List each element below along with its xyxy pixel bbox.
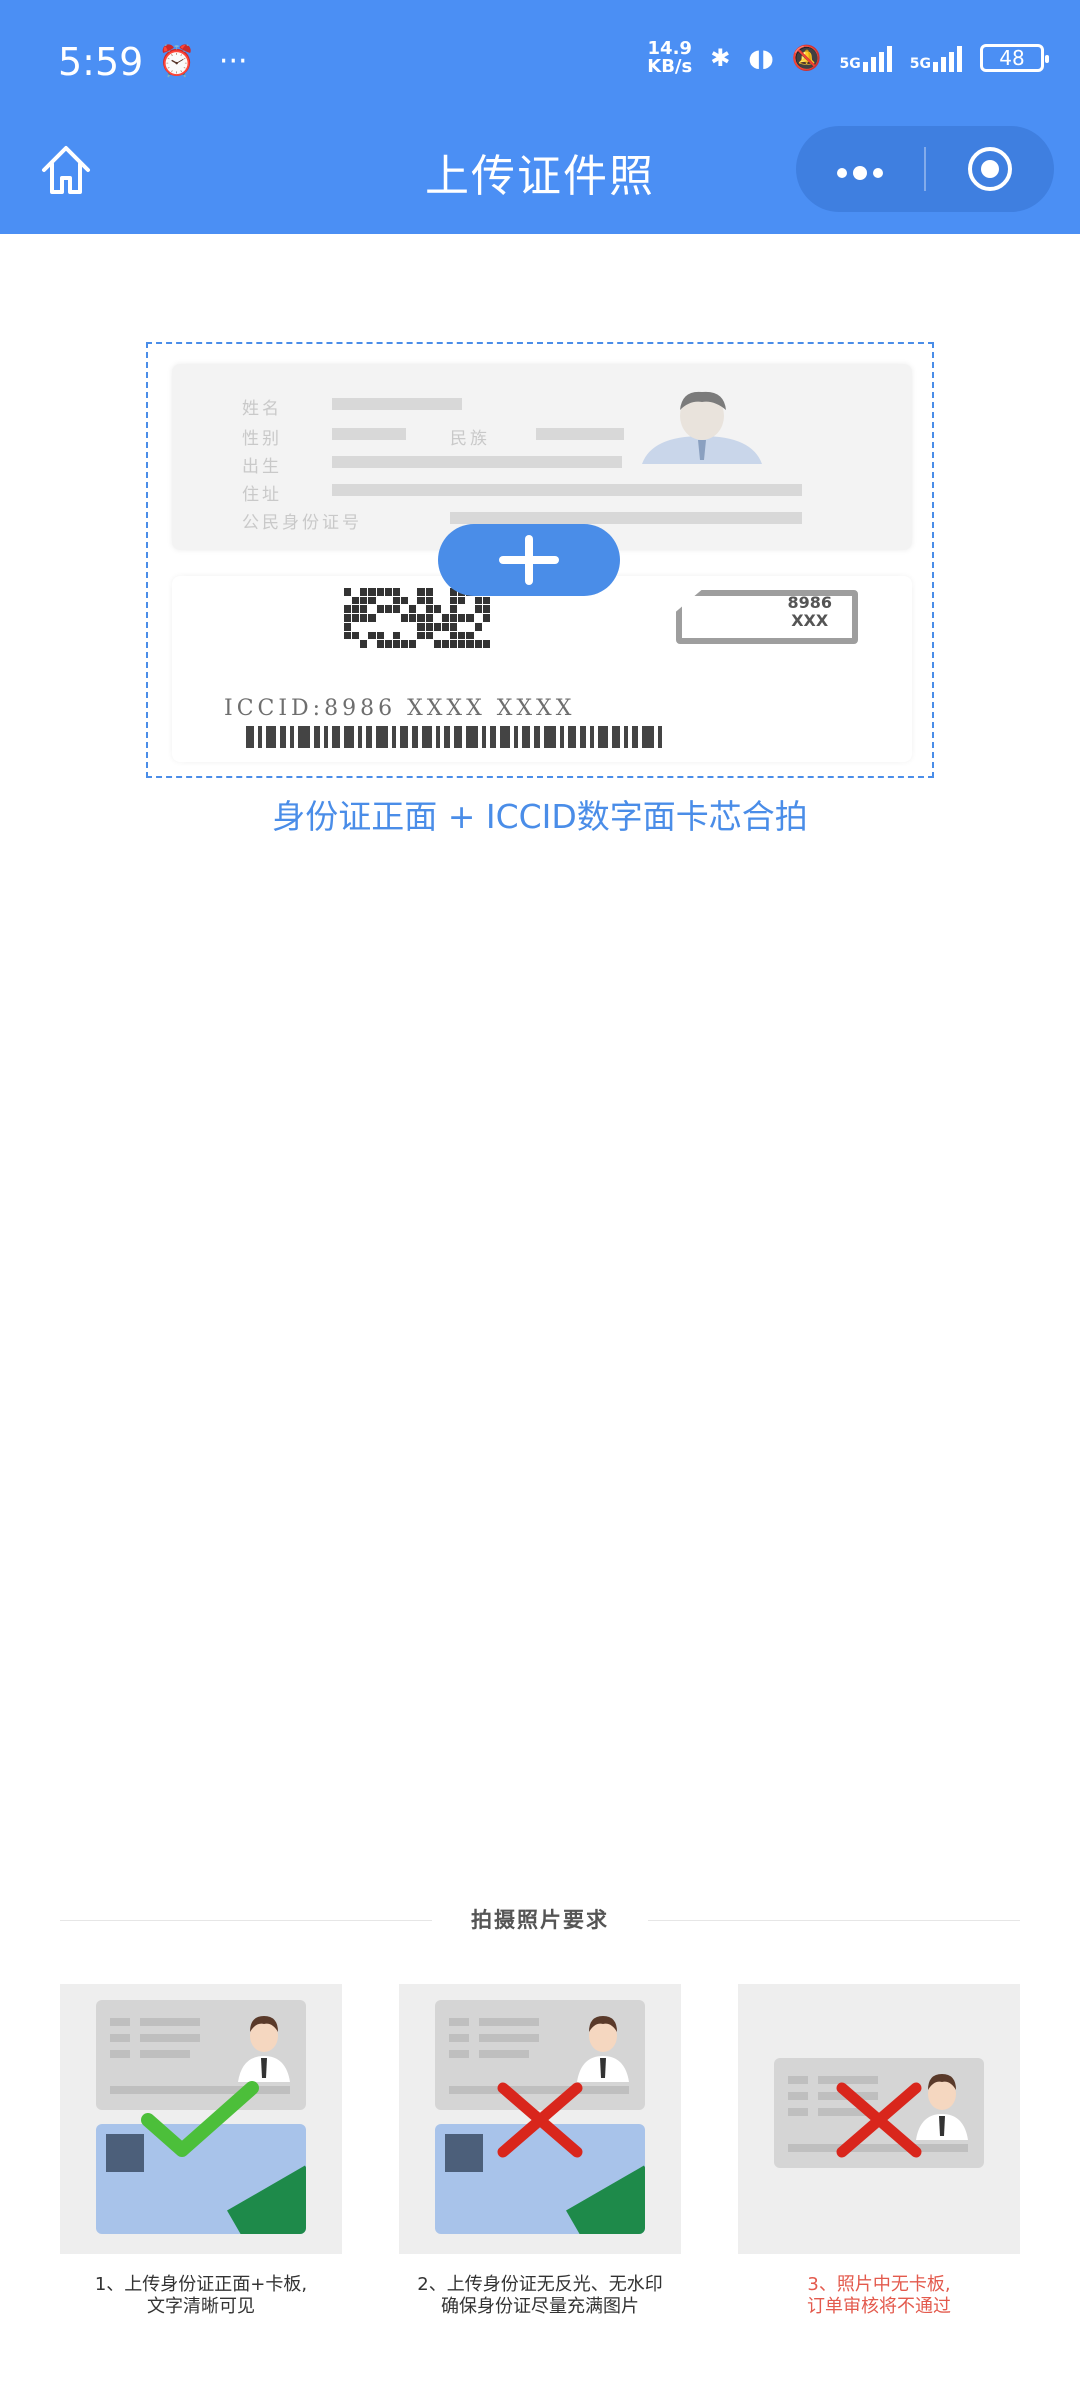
add-photo-button[interactable] [438, 524, 620, 596]
cross-icon [836, 2082, 922, 2158]
requirement-example-1 [60, 1984, 342, 2254]
check-icon [141, 2081, 259, 2157]
bluetooth-icon: ✱ [710, 44, 731, 72]
upload-photo-area[interactable]: 姓名 性别 民族 出生 住址 公民身份证号 8986 XXX ICCID:898… [146, 342, 934, 778]
id-card-sample: 姓名 性别 民族 出生 住址 公民身份证号 [172, 364, 912, 550]
requirements-header: 拍摄照片要求 [60, 1902, 1020, 1938]
target-icon[interactable] [926, 144, 1054, 194]
avatar-icon [577, 2016, 629, 2082]
requirement-example-2 [399, 1984, 681, 2254]
alarm-icon: ⏰ [158, 44, 196, 79]
barcode-icon [246, 726, 846, 748]
navigation-bar: 上传证件照 [0, 120, 1080, 234]
mini-program-capsule [796, 126, 1054, 212]
requirements-title: 拍摄照片要求 [471, 1908, 609, 1932]
more-dots-icon[interactable] [796, 147, 924, 191]
earbuds-icon: ◖◗ [748, 44, 774, 72]
sim-card-sample: 8986 XXX ICCID:8986 XXXX XXXX [172, 576, 912, 762]
top-bar: 5:59 ⏰ ··· 14.9 KB/s ✱ ◖◗ 🔕 5G 5G 48 上传证… [0, 0, 1080, 234]
status-right-icons: 14.9 KB/s ✱ ◖◗ 🔕 5G 5G 48 [647, 38, 1049, 77]
upload-caption: 身份证正面 + ICCID数字面卡芯合拍 [272, 797, 808, 836]
status-time: 5:59 [58, 40, 144, 84]
sim1-signal: 5G [840, 44, 892, 72]
network-speed: 14.9 KB/s [647, 38, 693, 77]
portrait-icon [642, 391, 762, 464]
sim2-signal: 5G [910, 44, 962, 72]
iccid-sample-text: ICCID:8986 XXXX XXXX [224, 696, 576, 721]
requirement-caption-1: 1、上传身份证正面+卡板, 文字清晰可见 [94, 2274, 308, 2317]
cross-icon [497, 2082, 583, 2158]
plus-icon [499, 535, 559, 585]
qr-code-icon [344, 588, 490, 648]
mute-icon: 🔕 [791, 44, 822, 72]
status-bar: 5:59 ⏰ ··· 14.9 KB/s ✱ ◖◗ 🔕 5G 5G 48 [0, 0, 1080, 120]
requirement-caption-2: 2、上传身份证无反光、无水印 确保身份证尽量充满图片 [417, 2274, 663, 2317]
requirement-caption-3: 3、照片中无卡板, 订单审核将不通过 [807, 2274, 951, 2317]
battery-icon: 48 [980, 44, 1049, 72]
avatar-icon [238, 2016, 290, 2082]
signal-icon [862, 44, 892, 72]
chip-label: 8986 XXX [787, 593, 832, 630]
signal-icon [933, 44, 962, 72]
requirement-example-3 [738, 1984, 1020, 2254]
status-notification-icons: ⏰ ··· [158, 44, 248, 79]
more-notifications: ··· [218, 44, 248, 79]
